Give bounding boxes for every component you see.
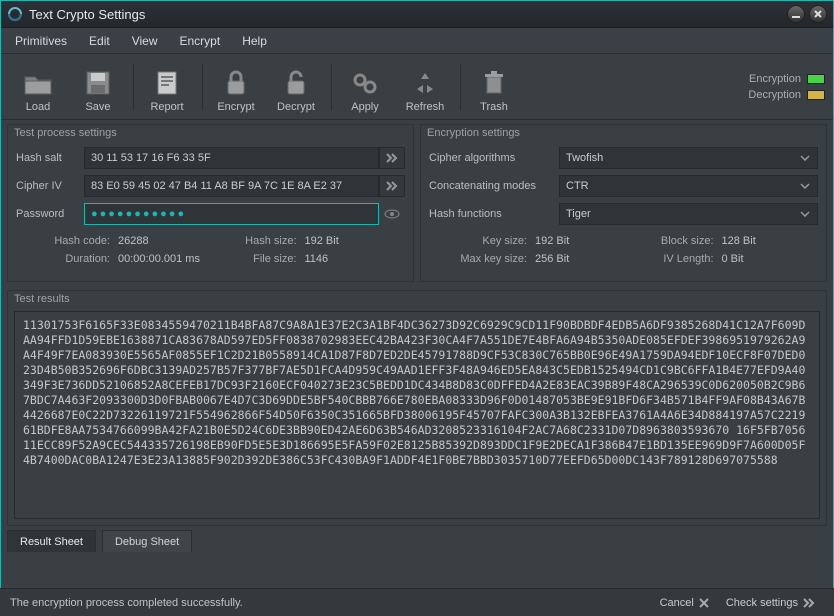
password-input[interactable]: ●●●●●●●●●●● xyxy=(84,203,379,225)
cancel-button[interactable]: Cancel xyxy=(652,595,718,611)
titlebar: Text Crypto Settings xyxy=(1,1,833,28)
hash-functions-select[interactable]: Tiger xyxy=(559,203,818,225)
chevron-right-icon xyxy=(802,597,816,609)
hash-code-label: Hash code: xyxy=(24,235,110,247)
trash-icon xyxy=(476,66,512,100)
password-reveal-button[interactable] xyxy=(379,203,405,225)
block-size-label: Block size: xyxy=(624,235,714,247)
encryption-indicator-label: Encryption xyxy=(749,73,801,85)
key-size-label: Key size: xyxy=(437,235,527,247)
lock-closed-icon xyxy=(218,66,254,100)
minimize-button[interactable] xyxy=(787,5,805,23)
menu-primitives[interactable]: Primitives xyxy=(5,30,77,52)
encrypt-button[interactable]: Encrypt xyxy=(207,59,265,115)
password-label: Password xyxy=(16,208,84,220)
decryption-indicator-label: Decryption xyxy=(748,89,801,101)
menu-view[interactable]: View xyxy=(122,30,168,52)
report-button[interactable]: Report xyxy=(138,59,196,115)
max-key-size-label: Max key size: xyxy=(437,253,527,265)
lock-open-icon xyxy=(278,66,314,100)
file-size-value: 1146 xyxy=(305,253,329,265)
hash-size-value: 192 Bit xyxy=(305,235,339,247)
key-size-value: 192 Bit xyxy=(535,235,569,247)
cipher-iv-label: Cipher IV xyxy=(16,180,84,192)
apply-button[interactable]: Apply xyxy=(336,59,394,115)
hash-size-label: Hash size: xyxy=(211,235,297,247)
duration-label: Duration: xyxy=(24,253,110,265)
close-button[interactable] xyxy=(809,5,827,23)
results-hex[interactable]: 11301753F6165F33E0834559470211B4BFA87C9A… xyxy=(14,311,820,519)
gears-icon xyxy=(347,66,383,100)
hash-code-value: 26288 xyxy=(118,235,149,247)
hash-salt-input[interactable]: 30 11 53 17 16 F6 33 5F xyxy=(84,147,379,169)
trash-button[interactable]: Trash xyxy=(465,59,523,115)
results-panel: Test results 11301753F6165F33E0834559470… xyxy=(7,290,827,526)
menu-edit[interactable]: Edit xyxy=(79,30,120,52)
menu-encrypt[interactable]: Encrypt xyxy=(170,30,231,52)
tab-bar: Result Sheet Debug Sheet xyxy=(7,530,827,552)
concatenating-modes-label: Concatenating modes xyxy=(429,180,559,192)
cipher-algorithms-select[interactable]: Twofish xyxy=(559,147,818,169)
decrypt-button[interactable]: Decrypt xyxy=(267,59,325,115)
load-button[interactable]: Load xyxy=(9,59,67,115)
chevron-down-icon xyxy=(797,176,813,196)
duration-value: 00:00:00.001 ms xyxy=(118,253,200,265)
cipher-algorithms-label: Cipher algorithms xyxy=(429,152,559,164)
menubar: Primitives Edit View Encrypt Help xyxy=(1,28,833,54)
iv-length-value: 0 Bit xyxy=(722,253,744,265)
hash-functions-label: Hash functions xyxy=(429,208,559,220)
concatenating-modes-select[interactable]: CTR xyxy=(559,175,818,197)
status-text: The encryption process completed success… xyxy=(10,597,243,609)
iv-length-label: IV Length: xyxy=(624,253,714,265)
hash-salt-more-button[interactable] xyxy=(379,147,405,169)
tab-debug-sheet[interactable]: Debug Sheet xyxy=(102,530,192,552)
results-title: Test results xyxy=(8,291,826,307)
recycle-icon xyxy=(407,66,443,100)
save-button[interactable]: Save xyxy=(69,59,127,115)
decryption-indicator-icon xyxy=(807,90,825,100)
cipher-iv-more-button[interactable] xyxy=(379,175,405,197)
close-icon xyxy=(698,597,710,609)
encryption-panel: Encryption settings Cipher algorithms Tw… xyxy=(420,124,827,282)
refresh-button[interactable]: Refresh xyxy=(396,59,454,115)
encryption-indicator-icon xyxy=(807,74,825,84)
encryption-title: Encryption settings xyxy=(421,125,826,141)
file-size-label: File size: xyxy=(211,253,297,265)
status-indicators: Encryption Decryption xyxy=(748,73,825,101)
tab-result-sheet[interactable]: Result Sheet xyxy=(7,530,96,552)
block-size-value: 128 Bit xyxy=(722,235,756,247)
cipher-iv-input[interactable]: 83 E0 59 45 02 47 B4 11 A8 BF 9A 7C 1E 8… xyxy=(84,175,379,197)
chevron-down-icon xyxy=(797,148,813,168)
app-logo-icon xyxy=(7,6,23,22)
menu-help[interactable]: Help xyxy=(232,30,277,52)
test-process-panel: Test process settings Hash salt 30 11 53… xyxy=(7,124,414,282)
test-process-title: Test process settings xyxy=(8,125,413,141)
toolbar: Load Save Report Encrypt Decrypt Apply R… xyxy=(1,54,833,120)
report-icon xyxy=(149,66,185,100)
chevron-down-icon xyxy=(797,204,813,224)
hash-salt-label: Hash salt xyxy=(16,152,84,164)
floppy-icon xyxy=(80,66,116,100)
max-key-size-value: 256 Bit xyxy=(535,253,569,265)
footer: The encryption process completed success… xyxy=(0,588,834,616)
window-title: Text Crypto Settings xyxy=(29,7,783,22)
folder-open-icon xyxy=(20,66,56,100)
check-settings-button[interactable]: Check settings xyxy=(718,595,824,611)
